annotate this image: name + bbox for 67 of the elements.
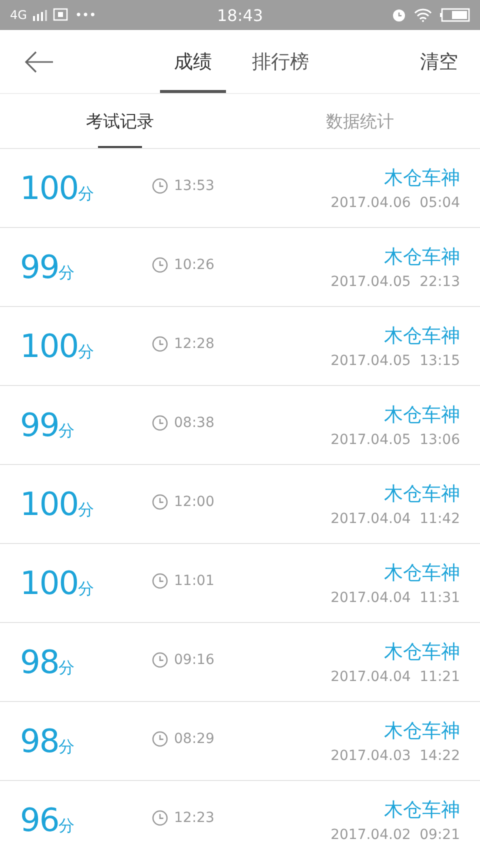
duration: 08:29	[174, 731, 214, 747]
score: 99	[20, 406, 59, 444]
duration: 12:28	[174, 336, 214, 352]
user-name: 木仓车神	[384, 561, 460, 586]
clock-icon	[152, 573, 168, 589]
score: 98	[20, 722, 59, 760]
user-name: 木仓车神	[384, 482, 460, 507]
score-unit: 分	[58, 421, 75, 442]
clock-icon	[152, 257, 168, 273]
clear-button[interactable]: 清空	[420, 30, 458, 93]
duration: 11:01	[174, 573, 214, 589]
score: 96	[20, 801, 59, 839]
back-arrow-icon	[24, 50, 54, 72]
screenshot-icon	[52, 8, 69, 22]
user-name: 木仓车神	[384, 403, 460, 428]
exam-datetime: 2017.04.04 11:21	[330, 669, 460, 685]
duration: 10:26	[174, 257, 214, 273]
more-indicator: •••	[74, 8, 96, 22]
score-unit: 分	[58, 816, 75, 837]
score: 100	[20, 169, 78, 207]
score-unit: 分	[78, 500, 94, 521]
user-name: 木仓车神	[384, 166, 460, 191]
score-unit: 分	[78, 184, 94, 205]
exam-datetime: 2017.04.02 09:21	[330, 827, 460, 843]
exam-datetime: 2017.04.05 13:15	[330, 353, 460, 369]
duration: 08:38	[174, 415, 214, 431]
exam-datetime: 2017.04.04 11:31	[330, 590, 460, 606]
clock-icon	[152, 731, 168, 747]
duration: 09:16	[174, 652, 214, 668]
duration: 13:53	[174, 178, 214, 194]
score-unit: 分	[58, 263, 75, 284]
header-tab[interactable]: 成绩	[160, 30, 226, 93]
duration: 12:23	[174, 810, 214, 826]
user-name: 木仓车神	[384, 798, 460, 823]
exam-datetime: 2017.04.03 14:22	[330, 748, 460, 764]
exam-datetime: 2017.04.04 11:42	[330, 511, 460, 527]
user-name: 木仓车神	[384, 719, 460, 744]
battery-icon	[440, 8, 470, 22]
duration: 12:00	[174, 494, 214, 510]
score: 100	[20, 485, 78, 523]
network-label: 4G	[10, 8, 27, 22]
clock-icon	[152, 652, 168, 668]
clock-icon	[152, 178, 168, 194]
exam-datetime: 2017.04.05 13:06	[330, 432, 460, 448]
score-unit: 分	[58, 737, 75, 758]
clock-icon	[152, 810, 168, 826]
score: 100	[20, 564, 78, 602]
sub-tab[interactable]: 考试记录	[86, 94, 154, 148]
exam-datetime: 2017.04.05 22:13	[330, 274, 460, 290]
exam-datetime: 2017.04.06 05:04	[330, 195, 460, 211]
score-unit: 分	[58, 658, 75, 679]
score-unit: 分	[78, 579, 94, 600]
wifi-icon	[414, 8, 432, 22]
clock-icon	[152, 494, 168, 510]
signal-icon	[32, 10, 47, 20]
status-time: 18:43	[216, 6, 264, 24]
clock-icon	[152, 336, 168, 352]
score: 99	[20, 248, 59, 286]
score: 98	[20, 643, 59, 681]
user-name: 木仓车神	[384, 245, 460, 270]
alarm-icon	[392, 8, 406, 22]
score-unit: 分	[78, 342, 94, 363]
score: 100	[20, 327, 78, 365]
user-name: 木仓车神	[384, 324, 460, 349]
clock-icon	[152, 415, 168, 431]
header-tab[interactable]: 排行榜	[238, 30, 323, 93]
user-name: 木仓车神	[384, 640, 460, 665]
